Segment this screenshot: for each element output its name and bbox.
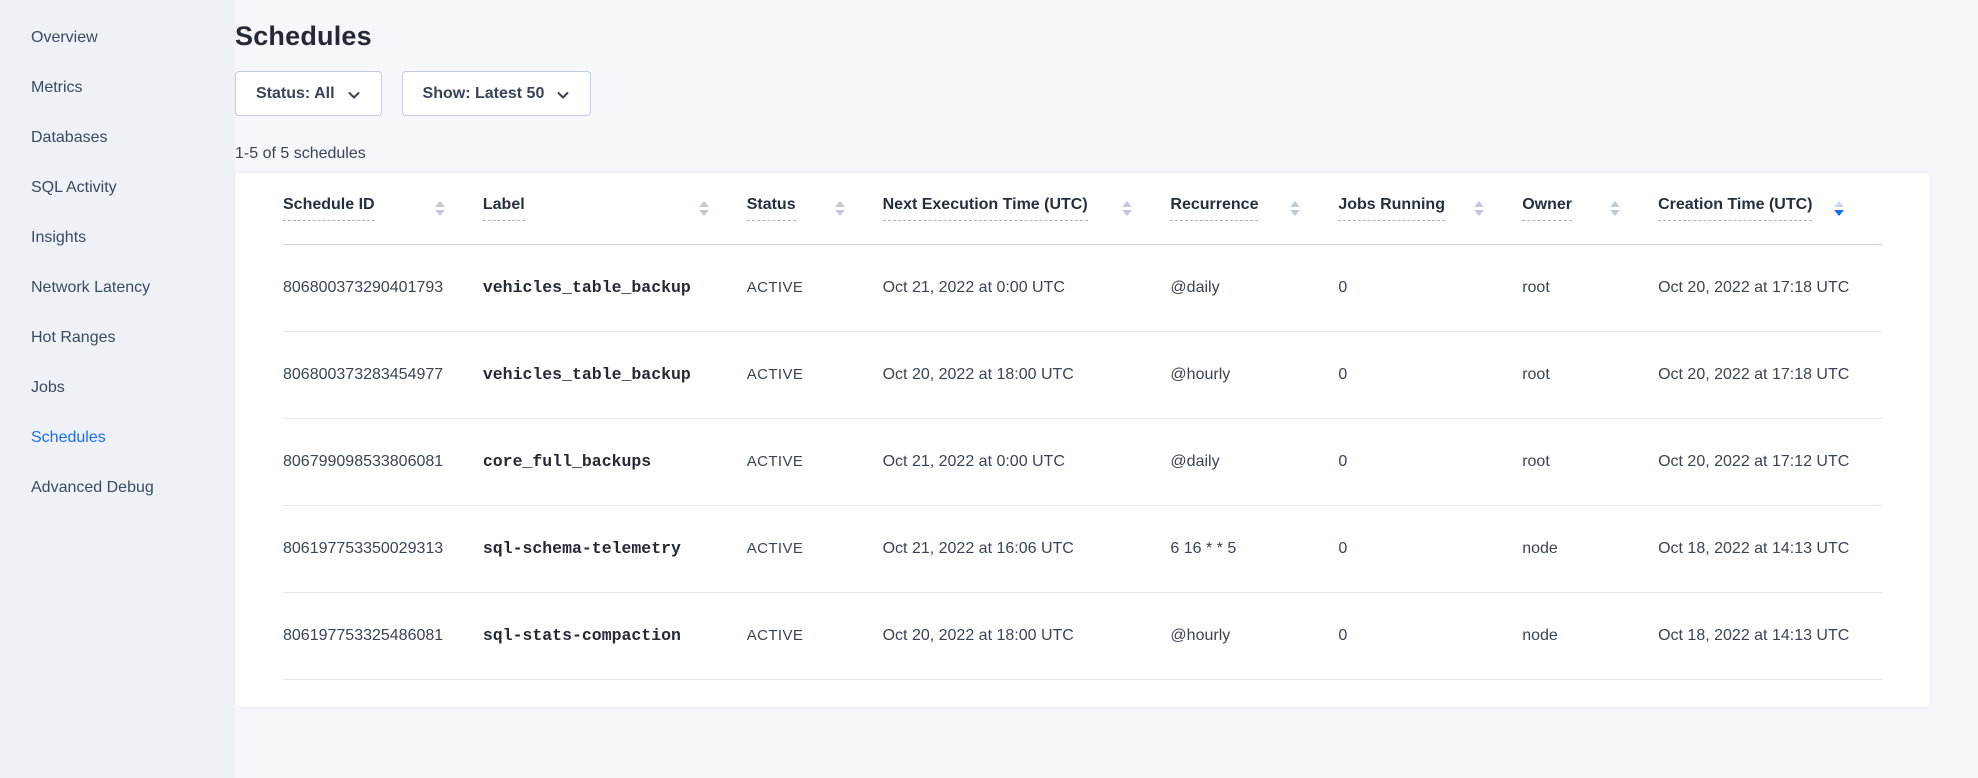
column-header-owner[interactable]: Owner bbox=[1522, 173, 1658, 244]
cell-recurrence: @hourly bbox=[1170, 592, 1338, 679]
main-content: Schedules Status: All Show: Latest 50 1-5… bbox=[235, 0, 1978, 778]
sort-icon bbox=[699, 201, 709, 216]
column-header-jobs-running[interactable]: Jobs Running bbox=[1338, 173, 1522, 244]
sort-icon bbox=[1474, 201, 1484, 216]
results-count: 1-5 of 5 schedules bbox=[235, 145, 1930, 163]
cell-creation-time-utc: Oct 20, 2022 at 17:18 UTC bbox=[1658, 331, 1882, 418]
cell-owner: node bbox=[1522, 592, 1658, 679]
table-header-row: Schedule ID Label Status Next Execution Tim… bbox=[283, 173, 1882, 244]
table-row: 806197753350029313sql-schema-telemetryAC… bbox=[283, 505, 1882, 592]
sort-icon bbox=[1610, 201, 1620, 216]
chevron-down-icon bbox=[556, 88, 570, 102]
sidebar-item-sql-activity[interactable]: SQL Activity bbox=[0, 163, 235, 213]
sidebar: OverviewMetricsDatabasesSQL ActivityInsi… bbox=[0, 0, 235, 778]
column-header-creation-time-utc[interactable]: Creation Time (UTC) bbox=[1658, 173, 1882, 244]
cell-jobs-running: 0 bbox=[1338, 331, 1522, 418]
cell-owner: root bbox=[1522, 418, 1658, 505]
cell-creation-time-utc: Oct 20, 2022 at 17:12 UTC bbox=[1658, 418, 1882, 505]
cell-jobs-running: 0 bbox=[1338, 244, 1522, 331]
cell-label: vehicles_table_backup bbox=[483, 331, 747, 418]
filter-label: Status: All bbox=[256, 85, 335, 103]
cell-next-execution-time-utc: Oct 21, 2022 at 16:06 UTC bbox=[883, 505, 1171, 592]
sidebar-item-hot-ranges[interactable]: Hot Ranges bbox=[0, 313, 235, 363]
cell-next-execution-time-utc: Oct 20, 2022 at 18:00 UTC bbox=[883, 592, 1171, 679]
schedules-table-card: Schedule ID Label Status Next Execution Tim… bbox=[235, 173, 1930, 707]
column-header-next-execution-time-utc[interactable]: Next Execution Time (UTC) bbox=[883, 173, 1171, 244]
cell-status: ACTIVE bbox=[747, 505, 883, 592]
schedules-table: Schedule ID Label Status Next Execution Tim… bbox=[283, 173, 1882, 680]
cell-creation-time-utc: Oct 18, 2022 at 14:13 UTC bbox=[1658, 505, 1882, 592]
sort-icon bbox=[1834, 201, 1844, 216]
sidebar-nav-list: OverviewMetricsDatabasesSQL ActivityInsi… bbox=[0, 13, 235, 513]
cell-schedule-id: 806799098533806081 bbox=[283, 418, 483, 505]
app-root: OverviewMetricsDatabasesSQL ActivityInsi… bbox=[0, 0, 1978, 778]
page-title: Schedules bbox=[235, 21, 1930, 52]
column-header-status[interactable]: Status bbox=[747, 173, 883, 244]
sort-icon bbox=[1290, 201, 1300, 216]
column-label: Recurrence bbox=[1170, 196, 1258, 221]
table-row: 806800373283454977vehicles_table_backupA… bbox=[283, 331, 1882, 418]
cell-owner: root bbox=[1522, 244, 1658, 331]
cell-status: ACTIVE bbox=[747, 418, 883, 505]
sidebar-item-overview[interactable]: Overview bbox=[0, 13, 235, 63]
sidebar-item-insights[interactable]: Insights bbox=[0, 213, 235, 263]
column-header-recurrence[interactable]: Recurrence bbox=[1170, 173, 1338, 244]
cell-recurrence: @daily bbox=[1170, 418, 1338, 505]
column-label: Label bbox=[483, 196, 525, 221]
sort-icon bbox=[835, 201, 845, 216]
column-label: Next Execution Time (UTC) bbox=[883, 196, 1088, 221]
sidebar-item-network-latency[interactable]: Network Latency bbox=[0, 263, 235, 313]
cell-label: vehicles_table_backup bbox=[483, 244, 747, 331]
sidebar-item-databases[interactable]: Databases bbox=[0, 113, 235, 163]
cell-jobs-running: 0 bbox=[1338, 418, 1522, 505]
cell-jobs-running: 0 bbox=[1338, 592, 1522, 679]
cell-recurrence: 6 16 * * 5 bbox=[1170, 505, 1338, 592]
cell-next-execution-time-utc: Oct 20, 2022 at 18:00 UTC bbox=[883, 331, 1171, 418]
cell-creation-time-utc: Oct 18, 2022 at 14:13 UTC bbox=[1658, 592, 1882, 679]
cell-recurrence: @hourly bbox=[1170, 331, 1338, 418]
column-header-label[interactable]: Label bbox=[483, 173, 747, 244]
cell-schedule-id: 806197753350029313 bbox=[283, 505, 483, 592]
sidebar-item-schedules[interactable]: Schedules bbox=[0, 413, 235, 463]
column-label: Schedule ID bbox=[283, 196, 375, 221]
cell-next-execution-time-utc: Oct 21, 2022 at 0:00 UTC bbox=[883, 244, 1171, 331]
cell-label: sql-schema-telemetry bbox=[483, 505, 747, 592]
cell-status: ACTIVE bbox=[747, 244, 883, 331]
table-body: 806800373290401793vehicles_table_backupA… bbox=[283, 244, 1882, 679]
table-row: 806800373290401793vehicles_table_backupA… bbox=[283, 244, 1882, 331]
chevron-down-icon bbox=[347, 88, 361, 102]
column-header-schedule-id[interactable]: Schedule ID bbox=[283, 173, 483, 244]
cell-recurrence: @daily bbox=[1170, 244, 1338, 331]
cell-status: ACTIVE bbox=[747, 331, 883, 418]
cell-next-execution-time-utc: Oct 21, 2022 at 0:00 UTC bbox=[883, 418, 1171, 505]
filters-bar: Status: All Show: Latest 50 bbox=[235, 71, 1930, 116]
table-row: 806799098533806081core_full_backupsACTIV… bbox=[283, 418, 1882, 505]
status-filter-dropdown[interactable]: Status: All bbox=[235, 71, 382, 116]
sidebar-item-jobs[interactable]: Jobs bbox=[0, 363, 235, 413]
cell-schedule-id: 806800373283454977 bbox=[283, 331, 483, 418]
cell-label: sql-stats-compaction bbox=[483, 592, 747, 679]
cell-schedule-id: 806800373290401793 bbox=[283, 244, 483, 331]
column-label: Jobs Running bbox=[1338, 196, 1445, 221]
column-label: Status bbox=[747, 196, 796, 221]
cell-label: core_full_backups bbox=[483, 418, 747, 505]
cell-schedule-id: 806197753325486081 bbox=[283, 592, 483, 679]
cell-creation-time-utc: Oct 20, 2022 at 17:18 UTC bbox=[1658, 244, 1882, 331]
cell-status: ACTIVE bbox=[747, 592, 883, 679]
sidebar-item-metrics[interactable]: Metrics bbox=[0, 63, 235, 113]
sort-icon bbox=[1122, 201, 1132, 216]
cell-owner: node bbox=[1522, 505, 1658, 592]
show-filter-dropdown[interactable]: Show: Latest 50 bbox=[402, 71, 592, 116]
cell-jobs-running: 0 bbox=[1338, 505, 1522, 592]
sort-icon bbox=[435, 201, 445, 216]
sidebar-item-advanced-debug[interactable]: Advanced Debug bbox=[0, 463, 235, 513]
filter-label: Show: Latest 50 bbox=[423, 85, 545, 103]
column-label: Owner bbox=[1522, 196, 1572, 221]
cell-owner: root bbox=[1522, 331, 1658, 418]
column-label: Creation Time (UTC) bbox=[1658, 196, 1812, 221]
table-row: 806197753325486081sql-stats-compactionAC… bbox=[283, 592, 1882, 679]
